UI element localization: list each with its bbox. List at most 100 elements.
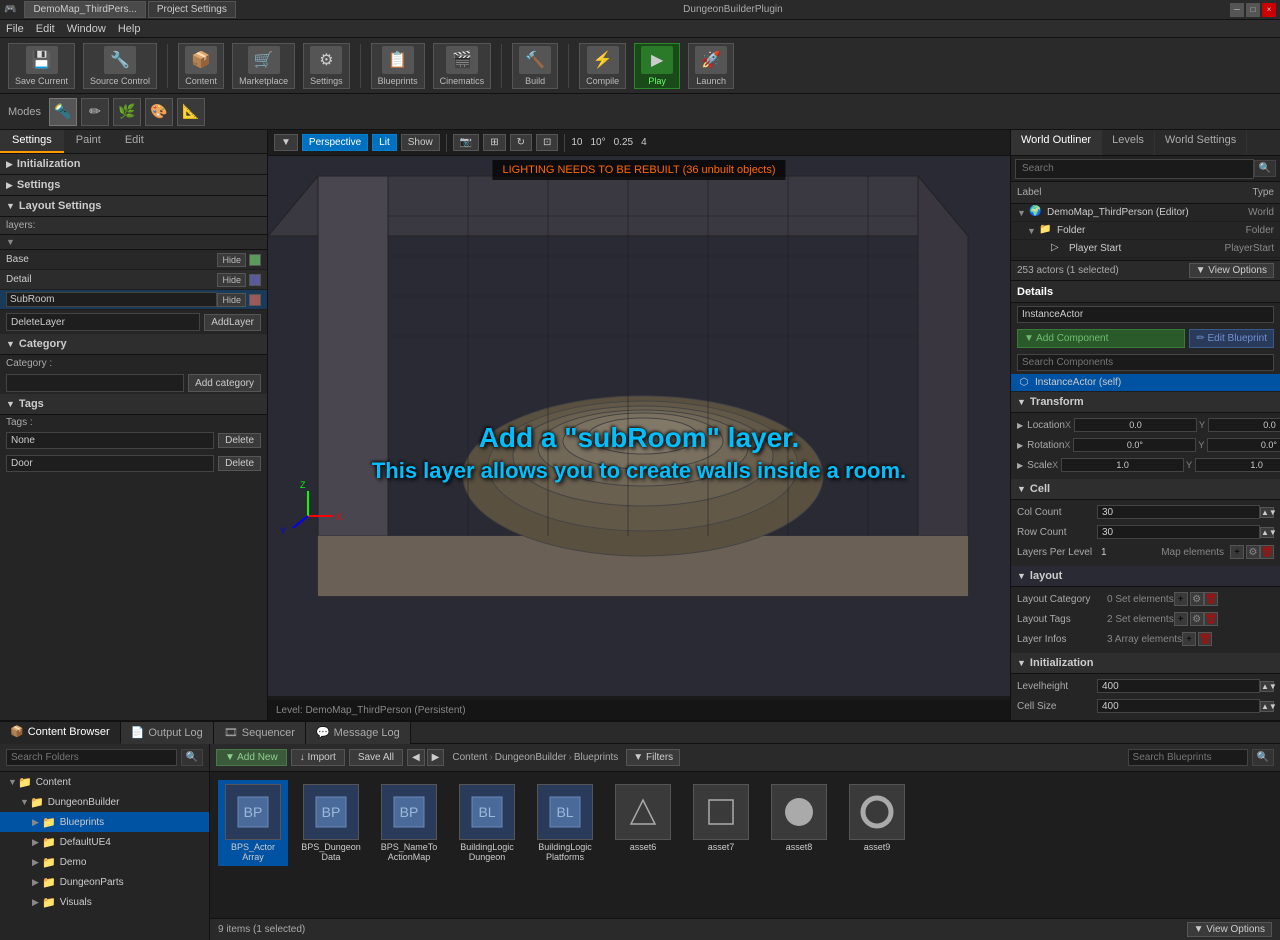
folder-dungeonbuilder[interactable]: ▼ 📁 DungeonBuilder	[0, 792, 209, 812]
rotation-y-input[interactable]	[1207, 438, 1280, 452]
save-current-button[interactable]: 💾 Save Current	[8, 43, 75, 89]
menu-help[interactable]: Help	[118, 23, 141, 35]
foliage-mode-button[interactable]: 🌿	[113, 98, 141, 126]
blueprints-button[interactable]: 📋 Blueprints	[371, 43, 425, 89]
rotation-snap-button[interactable]: ↻	[510, 134, 532, 151]
asset-bps-dungeon-data[interactable]: BP BPS_Dungeon Data	[296, 780, 366, 866]
layers-per-level-settings-button[interactable]: ⚙	[1246, 545, 1260, 559]
viewport[interactable]: ▼ Perspective Lit Show 📷 ⊞ ↻ ⊡ 10 10° 0.…	[268, 130, 1010, 720]
asset-sphere[interactable]: asset8	[764, 780, 834, 866]
settings-section-header[interactable]: ▶ Settings	[0, 175, 267, 196]
cell-size-input[interactable]	[1097, 699, 1260, 713]
nav-forward-button[interactable]: ▶	[427, 749, 445, 766]
layer-base-hide-button[interactable]: Hide	[217, 253, 246, 267]
breadcrumb-content[interactable]: Content	[452, 752, 487, 763]
scale-snap-button[interactable]: ⊡	[536, 134, 558, 151]
row-count-spinner[interactable]: ▲▼	[1260, 527, 1274, 538]
add-category-button[interactable]: Add category	[188, 374, 261, 392]
source-control-button[interactable]: 🔧 Source Control	[83, 43, 157, 89]
tab-message-log[interactable]: 💬 Message Log	[306, 722, 411, 744]
outliner-item-playerstart[interactable]: ▷ Player Start PlayerStart	[1011, 240, 1280, 258]
landscape-mode-button[interactable]: ✏	[81, 98, 109, 126]
cell-size-spinner[interactable]: ▲▼	[1260, 701, 1274, 712]
view-options-button[interactable]: ▼ View Options	[1189, 263, 1274, 278]
component-search-input[interactable]	[1017, 354, 1274, 371]
show-button[interactable]: Show	[401, 134, 440, 151]
tab-world-outliner[interactable]: World Outliner	[1011, 130, 1102, 155]
category-section-header[interactable]: ▼ Category	[0, 334, 267, 355]
add-component-button[interactable]: ▼ Add Component	[1017, 329, 1185, 348]
tab-paint[interactable]: Paint	[64, 130, 113, 153]
col-count-spinner[interactable]: ▲▼	[1260, 507, 1274, 518]
asset-bps-actor-array[interactable]: BP BPS_Actor Array	[218, 780, 288, 866]
edit-blueprint-button[interactable]: ✏ Edit Blueprint	[1189, 329, 1274, 348]
close-button[interactable]: ×	[1262, 3, 1276, 17]
play-button[interactable]: ▶ Play	[634, 43, 680, 89]
layer-infos-add-button[interactable]: +	[1182, 632, 1196, 646]
build-button[interactable]: 🔨 Build	[512, 43, 558, 89]
geometry-mode-button[interactable]: 📐	[177, 98, 205, 126]
folder-content[interactable]: ▼ 📁 Content	[0, 772, 209, 792]
tag-none-delete-button[interactable]: Delete	[218, 433, 261, 448]
location-y-input[interactable]	[1208, 418, 1280, 432]
search-blueprints-input[interactable]	[1128, 749, 1248, 766]
tag-door-delete-button[interactable]: Delete	[218, 456, 261, 471]
minimize-button[interactable]: ─	[1230, 3, 1244, 17]
location-x-input[interactable]	[1074, 418, 1197, 432]
layers-per-level-add-button[interactable]: +	[1230, 545, 1244, 559]
layout-tags-delete-button[interactable]: 🗑	[1204, 612, 1218, 626]
cinematics-button[interactable]: 🎬 Cinematics	[433, 43, 492, 89]
breadcrumb-dungeonbuilder[interactable]: DungeonBuilder	[495, 752, 567, 763]
layers-per-level-delete-button[interactable]: 🗑	[1260, 545, 1274, 559]
settings-button[interactable]: ⚙ Settings	[303, 43, 350, 89]
layer-delete-input[interactable]	[6, 313, 200, 331]
content-view-options-button[interactable]: ▼ View Options	[1187, 922, 1272, 937]
breadcrumb-blueprints[interactable]: Blueprints	[574, 752, 618, 763]
initialization-section-header[interactable]: ▶ Initialization	[0, 154, 267, 175]
tab-content-browser[interactable]: 📦 Content Browser	[0, 722, 121, 744]
layer-subroom-hide-button[interactable]: Hide	[217, 293, 246, 307]
category-input[interactable]	[6, 374, 184, 392]
marketplace-button[interactable]: 🛒 Marketplace	[232, 43, 295, 89]
grid-snap-button[interactable]: ⊞	[483, 134, 505, 151]
layer-subroom-input[interactable]	[6, 292, 217, 307]
layout-category-add-button[interactable]: +	[1174, 592, 1188, 606]
outliner-search-input[interactable]	[1015, 159, 1254, 179]
level-height-spinner[interactable]: ▲▼	[1260, 681, 1274, 692]
3d-scene[interactable]: X Z Y	[268, 156, 1010, 696]
add-layer-button[interactable]: AddLayer	[204, 314, 261, 331]
layers-expand[interactable]: ▼	[0, 235, 267, 250]
tab-sequencer[interactable]: 🎞 Sequencer	[214, 722, 306, 744]
row-count-input[interactable]	[1097, 525, 1260, 539]
tag-door-input[interactable]	[6, 455, 214, 472]
folder-demo[interactable]: ▶ 📁 Demo	[0, 852, 209, 872]
tab-edit[interactable]: Edit	[113, 130, 156, 153]
launch-button[interactable]: 🚀 Launch	[688, 43, 734, 89]
asset-plane1[interactable]: asset6	[608, 780, 678, 866]
folder-dungeonparts[interactable]: ▶ 📁 DungeonParts	[0, 872, 209, 892]
folder-visuals[interactable]: ▶ 📁 Visuals	[0, 892, 209, 912]
transform-section-header[interactable]: ▼ Transform	[1011, 392, 1280, 413]
search-folders-button[interactable]: 🔍	[181, 749, 203, 766]
asset-building-logic-dungeon[interactable]: BL BuildingLogic Dungeon	[452, 780, 522, 866]
asset-plane2[interactable]: asset7	[686, 780, 756, 866]
layout-settings-section-header[interactable]: ▼ Layout Settings	[0, 196, 267, 217]
save-all-button[interactable]: Save All	[349, 749, 403, 766]
tab-world-settings[interactable]: World Settings	[1155, 130, 1247, 155]
rotation-x-input[interactable]	[1073, 438, 1196, 452]
component-self[interactable]: ⬡ InstanceActor (self)	[1011, 374, 1280, 392]
tab-demomap[interactable]: DemoMap_ThirdPers...	[24, 1, 145, 18]
menu-edit[interactable]: Edit	[36, 23, 55, 35]
layout-category-delete-button[interactable]: 🗑	[1204, 592, 1218, 606]
col-count-input[interactable]	[1097, 505, 1260, 519]
layer-detail-hide-button[interactable]: Hide	[217, 273, 246, 287]
folder-blueprints[interactable]: ▶ 📁 Blueprints	[0, 812, 209, 832]
layout-tags-add-button[interactable]: +	[1174, 612, 1188, 626]
layer-infos-delete-button[interactable]: 🗑	[1198, 632, 1212, 646]
layout-detail-header[interactable]: ▼ layout	[1011, 566, 1280, 587]
lit-button[interactable]: Lit	[372, 134, 397, 151]
asset-building-logic-platforms[interactable]: BL BuildingLogic Platforms	[530, 780, 600, 866]
asset-ring[interactable]: asset9	[842, 780, 912, 866]
maximize-button[interactable]: □	[1246, 3, 1260, 17]
outliner-search-button[interactable]: 🔍	[1254, 160, 1276, 177]
